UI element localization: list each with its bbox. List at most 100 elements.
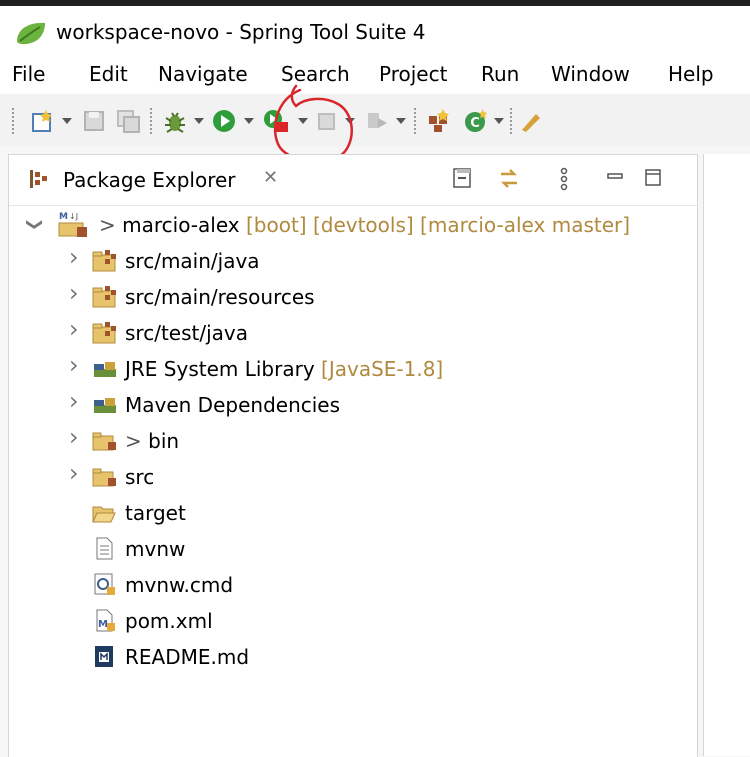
tree-item[interactable]: target — [9, 497, 697, 531]
collapse-all-icon[interactable] — [451, 166, 473, 190]
stop-dropdown-arrow[interactable] — [345, 118, 355, 124]
expand-chevron-icon[interactable]: › — [69, 243, 79, 271]
expand-chevron-icon[interactable]: › — [69, 315, 79, 343]
menu-navigate[interactable]: Navigate — [158, 60, 248, 88]
expand-chevron-icon[interactable]: › — [69, 279, 79, 307]
new-class-dropdown-arrow[interactable] — [494, 118, 504, 124]
editor-area — [703, 154, 750, 756]
minimize-view-icon[interactable] — [605, 166, 625, 190]
close-view-icon[interactable]: ✕ — [263, 167, 278, 188]
expand-chevron-icon[interactable]: › — [69, 423, 79, 451]
tree-item[interactable]: › src/main/resources — [9, 279, 697, 315]
tree-item-label: mvnw — [125, 537, 186, 561]
new-wizard-icon[interactable] — [30, 108, 56, 134]
package-explorer-icon — [30, 170, 47, 188]
tree-item-label: JRE System Library — [125, 357, 315, 381]
external-tool-dropdown-arrow[interactable] — [298, 118, 308, 124]
stop-icon[interactable] — [316, 108, 338, 134]
tree-item[interactable]: › JRE System Library [JavaSE-1.8] — [9, 351, 697, 387]
maximize-view-icon[interactable] — [643, 166, 663, 190]
tree-item[interactable]: mvnw — [9, 533, 697, 567]
tree-item[interactable]: › > bin — [9, 423, 697, 459]
tree-item-label: mvnw.cmd — [125, 573, 234, 597]
save-all-icon[interactable] — [116, 108, 142, 134]
svg-text:M: M — [59, 212, 68, 222]
view-menu-icon[interactable] — [558, 166, 570, 192]
menu-edit[interactable]: Edit — [89, 60, 128, 88]
markdown-file-icon — [95, 646, 113, 667]
source-folder-icon — [92, 286, 116, 308]
tree-item-label: bin — [148, 429, 180, 453]
link-with-editor-icon[interactable] — [497, 166, 521, 192]
tree-item-label: Maven Dependencies — [125, 393, 341, 417]
save-icon[interactable] — [82, 108, 106, 134]
file-icon — [96, 537, 113, 560]
open-type-icon[interactable] — [520, 108, 544, 134]
window-title: workspace-novo - Spring Tool Suite 4 — [56, 20, 426, 44]
menu-file[interactable]: File — [12, 60, 45, 88]
folder-open-icon — [92, 506, 116, 523]
tree-item-label: README.md — [125, 645, 250, 669]
git-dirty-prefix: > — [99, 213, 123, 237]
collapse-chevron-icon[interactable]: ❯ — [26, 218, 45, 231]
tree-item-label: src/main/java — [125, 249, 260, 273]
cmd-file-icon — [94, 573, 115, 595]
tree-item[interactable]: README.md — [9, 641, 697, 675]
debug-dropdown-arrow[interactable] — [194, 118, 204, 124]
tree-item-label: src/test/java — [125, 321, 248, 345]
menu-search[interactable]: Search — [281, 60, 350, 88]
toolbar-separator — [414, 108, 416, 134]
title-bar: workspace-novo - Spring Tool Suite 4 — [0, 0, 750, 56]
menu-help[interactable]: Help — [668, 60, 714, 88]
tree-item-label: pom.xml — [125, 609, 213, 633]
run-dropdown-arrow[interactable] — [244, 118, 254, 124]
new-package-icon[interactable] — [426, 108, 452, 134]
svg-text:C: C — [470, 116, 480, 131]
run-external-tool-icon[interactable] — [262, 108, 290, 134]
tree-item-label: target — [125, 501, 186, 525]
menu-project[interactable]: Project — [379, 60, 447, 88]
tree-item[interactable]: Mpom.xml — [9, 605, 697, 639]
window-top-border — [0, 0, 750, 6]
expand-chevron-icon[interactable]: › — [69, 459, 79, 487]
menu-window[interactable]: Window — [551, 60, 630, 88]
toolbar-separator — [12, 108, 14, 134]
new-class-icon[interactable]: C — [463, 108, 489, 134]
tree-item[interactable]: › src/test/java — [9, 315, 697, 351]
svg-text:M: M — [98, 619, 108, 630]
view-title: Package Explorer — [63, 168, 236, 192]
expand-chevron-icon[interactable]: › — [69, 351, 79, 379]
package-explorer-view: Package Explorer ✕ ❯ M ↓J > marcio-alex … — [8, 154, 698, 757]
tree-item[interactable]: › src — [9, 459, 697, 495]
tree-item-project-root[interactable]: ❯ M ↓J > marcio-alex [boot] [devtools] [… — [9, 209, 697, 243]
toolbar-separator — [150, 108, 152, 134]
tree-item-label: src/main/resources — [125, 285, 315, 309]
run-icon[interactable] — [211, 108, 237, 134]
expand-chevron-icon[interactable]: › — [69, 387, 79, 415]
folder-icon — [92, 468, 116, 487]
svg-text:↓J: ↓J — [69, 212, 78, 221]
menu-run[interactable]: Run — [481, 60, 519, 88]
tree-item[interactable]: › Maven Dependencies — [9, 387, 697, 423]
project-name: marcio-alex — [122, 213, 240, 237]
deploy-icon[interactable] — [365, 108, 389, 134]
folder-icon — [92, 432, 116, 451]
debug-bug-icon[interactable] — [162, 108, 188, 134]
source-folder-icon — [92, 250, 116, 272]
source-folder-icon — [92, 322, 116, 344]
menu-bar: File Edit Navigate Search Project Run Wi… — [0, 56, 750, 94]
project-decorations: [boot] [devtools] [marcio-alex master] — [239, 213, 631, 237]
library-icon — [94, 398, 116, 413]
tree-item-decoration: [JavaSE-1.8] — [314, 357, 444, 381]
package-explorer-tab[interactable]: Package Explorer ✕ — [9, 155, 697, 206]
git-dirty-prefix: > — [125, 429, 149, 453]
tree-item[interactable]: › src/main/java — [9, 243, 697, 279]
new-dropdown-arrow[interactable] — [62, 118, 72, 124]
tree-item-label: src — [125, 465, 155, 489]
tree-item[interactable]: mvnw.cmd — [9, 569, 697, 603]
maven-project-icon: M ↓J — [58, 212, 87, 237]
toolbar-separator — [510, 108, 512, 134]
spring-leaf-icon — [17, 22, 45, 45]
deploy-dropdown-arrow[interactable] — [396, 118, 406, 124]
main-toolbar: C — [0, 94, 750, 146]
